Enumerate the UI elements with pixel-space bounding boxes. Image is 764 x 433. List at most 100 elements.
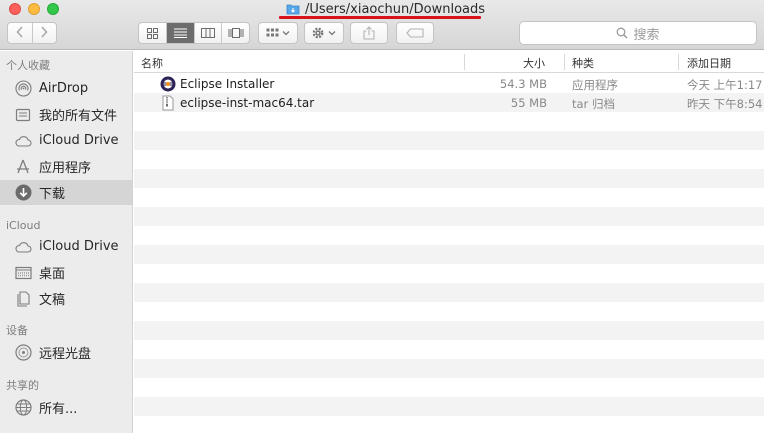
icon-grid-icon	[146, 27, 158, 39]
empty-row	[134, 302, 764, 321]
empty-row	[134, 169, 764, 188]
file-name-cell: Eclipse Installer	[160, 76, 274, 92]
column-header-name[interactable]: 名称	[141, 55, 163, 71]
empty-row	[134, 112, 764, 131]
minimize-window-button[interactable]	[28, 3, 40, 15]
column-header-bar: 名称 大小 种类 添加日期	[134, 51, 764, 73]
desktop-icon	[14, 264, 32, 282]
column-view-button[interactable]	[195, 23, 223, 43]
column-header-size[interactable]: 大小	[523, 55, 545, 71]
zoom-window-button[interactable]	[47, 3, 59, 15]
column-divider[interactable]	[678, 54, 679, 70]
empty-row	[134, 397, 764, 416]
empty-row	[134, 131, 764, 150]
file-date-added: 今天 上午1:17	[687, 78, 763, 92]
share-button[interactable]	[350, 22, 388, 44]
cover-flow-view-button[interactable]	[222, 23, 249, 43]
file-rows: Eclipse Installer 54.3 MB 应用程序 今天 上午1:17…	[134, 74, 764, 433]
cloud-icon	[14, 238, 32, 256]
empty-row	[134, 378, 764, 397]
file-kind: 应用程序	[572, 78, 618, 92]
file-date-added: 昨天 下午8:54	[687, 97, 763, 111]
sidebar-item-label: iCloud Drive	[39, 133, 119, 148]
sidebar-item-remote-disc[interactable]: 远程光盘	[0, 340, 132, 365]
search-placeholder: 搜索	[633, 27, 660, 43]
downloads-folder-icon	[286, 4, 300, 15]
eclipse-app-icon	[160, 76, 176, 92]
sidebar-item-airdrop[interactable]: AirDrop	[0, 76, 132, 101]
sidebar-item-label: 文稿	[39, 293, 66, 308]
column-header-kind[interactable]: 种类	[572, 55, 594, 71]
cloud-icon	[14, 132, 32, 150]
column-header-date-added[interactable]: 添加日期	[687, 55, 731, 71]
empty-row	[134, 226, 764, 245]
forward-button[interactable]	[33, 23, 57, 43]
window-title-text: /Users/xiaochun/Downloads	[305, 1, 486, 17]
sidebar-header-favorites: 个人收藏	[6, 59, 50, 72]
sidebar-item-label: iCloud Drive	[39, 239, 119, 254]
sidebar-item-label: 桌面	[39, 267, 66, 282]
share-icon	[363, 26, 375, 40]
columns-icon	[200, 28, 215, 38]
sidebar-header-shared: 共享的	[6, 379, 39, 392]
file-name: eclipse-inst-mac64.tar	[180, 96, 315, 110]
icon-view-button[interactable]	[139, 23, 167, 43]
sidebar-item-label: 我的所有文件	[39, 109, 118, 124]
list-view-button[interactable]	[166, 23, 195, 43]
sidebar: 个人收藏 AirDrop 我的所有文件 iCloud Drive 应用程序 下载…	[0, 51, 133, 433]
arrange-button[interactable]	[258, 22, 298, 44]
file-row[interactable]: Eclipse Installer 54.3 MB 应用程序 今天 上午1:17	[134, 74, 764, 93]
list-lines-icon	[173, 28, 187, 38]
column-divider[interactable]	[564, 54, 565, 70]
empty-row	[134, 416, 764, 433]
file-kind: tar 归档	[572, 97, 615, 111]
sidebar-item-label: 所有...	[39, 402, 78, 417]
search-field[interactable]: 搜索	[519, 21, 757, 45]
file-size: 55 MB	[510, 96, 547, 110]
empty-row	[134, 150, 764, 169]
sidebar-item-all-shared[interactable]: 所有...	[0, 395, 132, 420]
sidebar-item-applications[interactable]: 应用程序	[0, 154, 132, 179]
column-divider[interactable]	[464, 54, 465, 70]
tar-archive-icon	[162, 95, 174, 111]
network-icon	[14, 399, 32, 417]
empty-row	[134, 283, 764, 302]
sidebar-item-icloud-drive[interactable]: iCloud Drive	[0, 128, 132, 153]
gear-icon	[312, 27, 336, 39]
empty-row	[134, 245, 764, 264]
close-window-button[interactable]	[9, 3, 21, 15]
empty-row	[134, 207, 764, 226]
empty-row	[134, 188, 764, 207]
sidebar-item-icloud-drive-2[interactable]: iCloud Drive	[0, 234, 132, 259]
sidebar-header-icloud: iCloud	[6, 219, 41, 232]
sidebar-item-documents[interactable]: 文稿	[0, 286, 132, 311]
sidebar-item-all-my-files[interactable]: 我的所有文件	[0, 102, 132, 127]
window-toolbar: /Users/xiaochun/Downloads 搜索	[0, 0, 764, 50]
all-files-icon	[14, 106, 32, 124]
back-button[interactable]	[8, 23, 33, 43]
sidebar-item-label: AirDrop	[39, 81, 89, 96]
file-list: 名称 大小 种类 添加日期 Eclipse Installer 54.3 MB …	[134, 51, 764, 433]
file-row[interactable]: eclipse-inst-mac64.tar 55 MB tar 归档 昨天 下…	[134, 93, 764, 112]
chevron-right-icon	[41, 26, 48, 38]
sidebar-item-label: 应用程序	[39, 161, 92, 176]
cover-flow-icon	[228, 28, 244, 38]
empty-row	[134, 264, 764, 283]
applications-icon	[14, 158, 32, 176]
view-mode-selector	[138, 22, 250, 44]
action-menu-button[interactable]	[304, 22, 344, 44]
chevron-left-icon	[16, 26, 23, 38]
sidebar-item-desktop[interactable]: 桌面	[0, 260, 132, 285]
file-name: Eclipse Installer	[180, 77, 275, 91]
airdrop-icon	[14, 80, 32, 98]
edit-tags-button[interactable]	[396, 22, 434, 44]
sidebar-item-downloads[interactable]: 下载	[0, 180, 132, 205]
title-annotation-underline	[279, 16, 481, 19]
tag-icon	[406, 28, 424, 38]
empty-row	[134, 340, 764, 359]
remote-disc-icon	[14, 344, 32, 362]
file-size: 54.3 MB	[499, 77, 547, 91]
sidebar-item-label: 远程光盘	[39, 347, 92, 362]
downloads-icon	[14, 184, 32, 202]
empty-row	[134, 359, 764, 378]
